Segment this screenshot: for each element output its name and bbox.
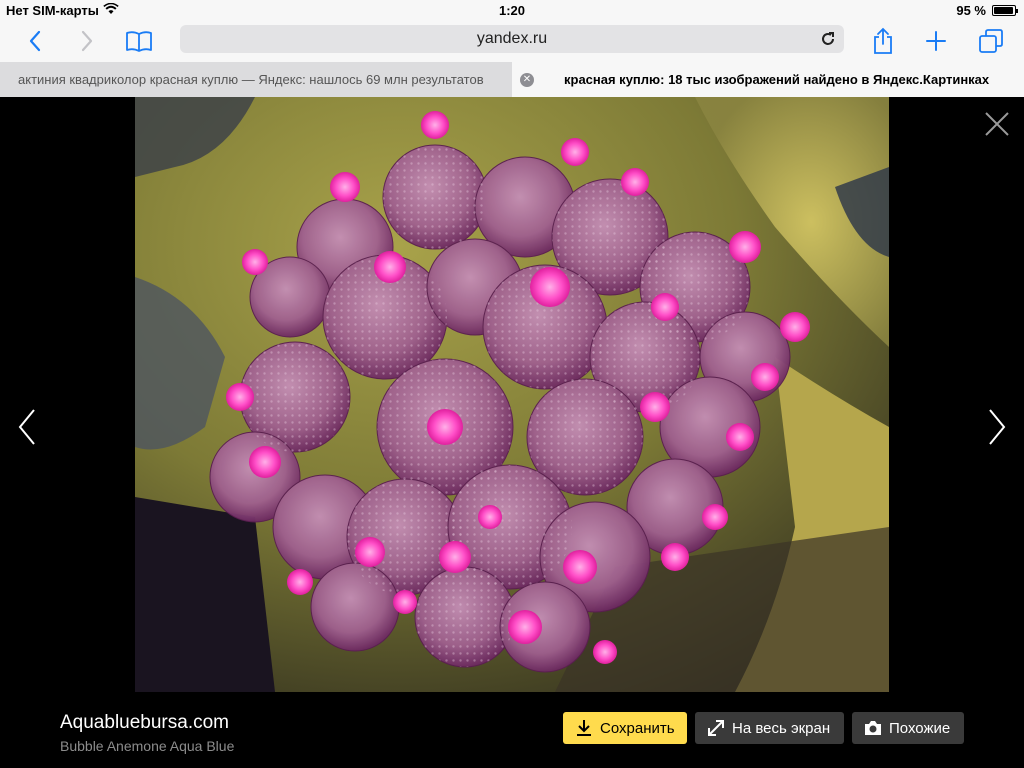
reload-button[interactable] bbox=[818, 29, 838, 49]
plus-icon bbox=[926, 31, 946, 51]
fullscreen-label: На весь экран bbox=[732, 719, 831, 737]
new-tab-button[interactable] bbox=[919, 24, 953, 58]
address-bar[interactable]: yandex.ru bbox=[180, 25, 844, 53]
back-button[interactable] bbox=[18, 24, 52, 58]
tab-label: красная куплю: 18 тыс изображений найден… bbox=[564, 72, 990, 87]
battery-icon bbox=[992, 5, 1018, 16]
browser-toolbar: yandex.ru bbox=[0, 20, 1024, 62]
share-button[interactable] bbox=[866, 24, 900, 58]
download-icon bbox=[577, 720, 591, 736]
fullscreen-button[interactable]: На весь экран bbox=[695, 712, 844, 744]
image-viewer: Aquabluebursa.com Bubble Anemone Aqua Bl… bbox=[0, 97, 1024, 768]
forward-button[interactable] bbox=[70, 24, 104, 58]
clock: 1:20 bbox=[498, 3, 526, 18]
chevron-left-icon bbox=[18, 409, 35, 445]
save-button[interactable]: Сохранить bbox=[563, 712, 687, 744]
chevron-right-icon bbox=[81, 30, 93, 52]
url-text: yandex.ru bbox=[476, 30, 548, 47]
similar-images-button[interactable]: Похожие bbox=[852, 712, 964, 744]
camera-icon bbox=[865, 721, 881, 735]
battery-status: 95 % bbox=[956, 3, 1018, 18]
close-viewer-button[interactable] bbox=[984, 111, 1010, 137]
next-image-button[interactable] bbox=[982, 407, 1012, 447]
previous-image-button[interactable] bbox=[12, 407, 42, 447]
image-title: Bubble Anemone Aqua Blue bbox=[60, 738, 235, 754]
tab-label: актиния квадриколор красная куплю — Янде… bbox=[18, 72, 484, 87]
book-icon bbox=[126, 31, 152, 52]
tabs-overview-button[interactable] bbox=[974, 24, 1008, 58]
tab-search-results[interactable]: актиния квадриколор красная куплю — Янде… bbox=[0, 62, 512, 97]
expand-icon bbox=[708, 720, 724, 736]
reload-icon bbox=[822, 32, 834, 45]
save-label: Сохранить bbox=[600, 719, 675, 737]
bookmarks-button[interactable] bbox=[122, 24, 156, 58]
close-icon bbox=[985, 112, 1009, 136]
chevron-right-icon bbox=[989, 409, 1006, 445]
anemone-photo bbox=[135, 97, 889, 692]
source-site-link[interactable]: Aquabluebursa.com bbox=[60, 712, 234, 734]
share-icon bbox=[874, 27, 892, 54]
similar-label: Похожие bbox=[889, 719, 951, 737]
status-bar: Нет SIM-карты 1:20 95 % bbox=[0, 0, 1024, 20]
tab-image-results[interactable]: красная куплю: 18 тыс изображений найден… bbox=[512, 62, 1024, 97]
close-tab-icon[interactable]: ✕ bbox=[520, 73, 534, 87]
chevron-left-icon bbox=[29, 30, 41, 52]
image-source: Aquabluebursa.com Bubble Anemone Aqua Bl… bbox=[60, 712, 234, 754]
tab-bar: актиния квадриколор красная куплю — Янде… bbox=[0, 62, 1024, 97]
battery-percent: 95 % bbox=[956, 3, 986, 18]
tabs-icon bbox=[979, 29, 1003, 53]
